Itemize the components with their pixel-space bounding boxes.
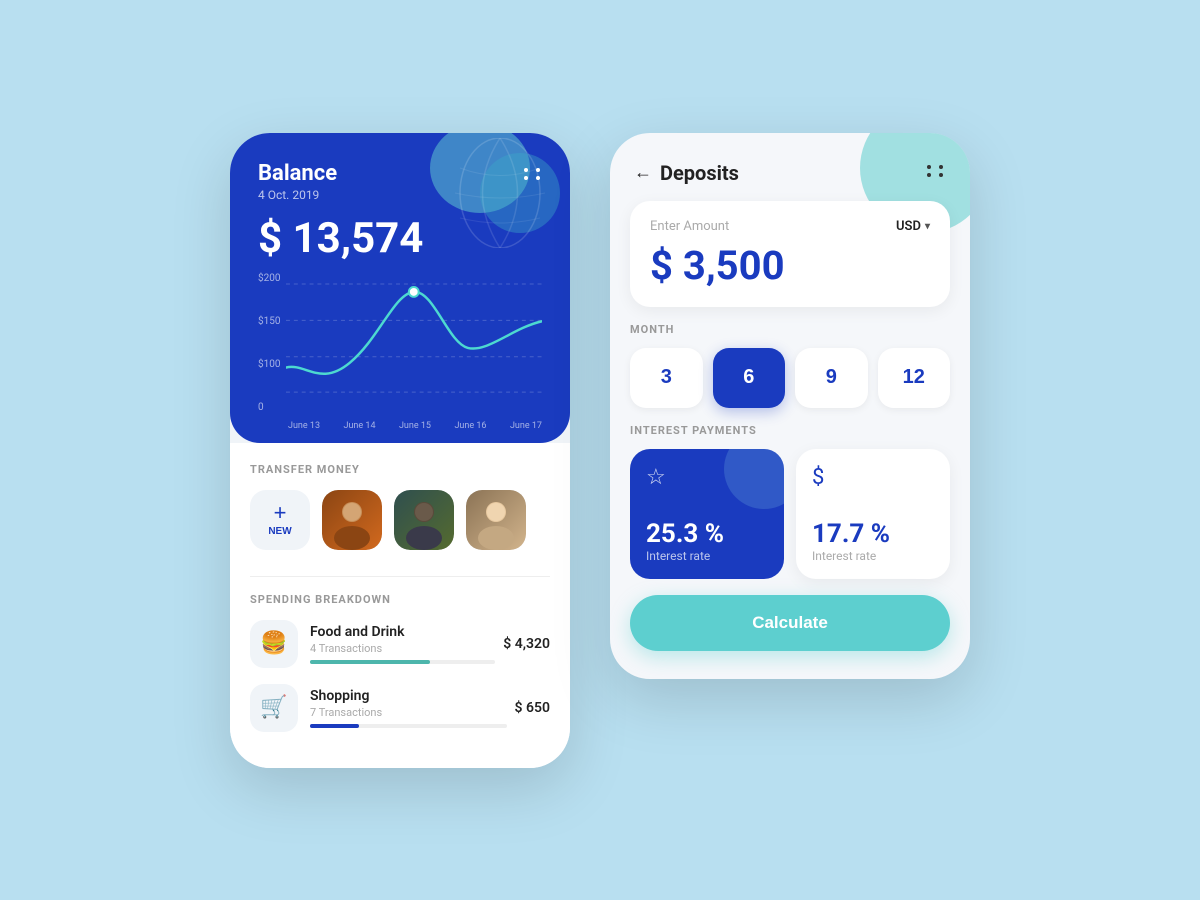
shopping-bar-wrap <box>310 724 507 728</box>
spending-section: SPENDING BREAKDOWN 🍔 Food and Drink 4 Tr… <box>230 560 570 768</box>
interest-rate-white-block: 17.7 % Interest rate <box>812 519 934 563</box>
shopping-amount: $ 650 <box>515 700 550 716</box>
month-buttons: 3 6 9 12 <box>630 348 950 408</box>
interest-rate-value-blue: 25.3 % <box>646 519 768 549</box>
chart-svg <box>286 273 542 413</box>
back-button[interactable]: ← Deposits <box>634 161 739 185</box>
interest-rate-blue-block: 25.3 % Interest rate <box>646 519 768 563</box>
interest-rate-value-white: 17.7 % <box>812 519 934 549</box>
food-amount: $ 4,320 <box>503 636 550 652</box>
month-btn-6[interactable]: 6 <box>713 348 786 408</box>
deposits-title: Deposits <box>660 161 739 185</box>
transfer-section-title: TRANSFER MONEY <box>250 463 550 476</box>
shopping-bar <box>310 724 359 728</box>
chart-x-label: June 17 <box>510 421 542 431</box>
balance-date: 4 Oct. 2019 <box>258 188 337 202</box>
balance-header: Balance 4 Oct. 2019 <box>258 161 542 202</box>
contact-avatar-2[interactable] <box>394 490 454 550</box>
star-icon: ☆ <box>646 465 768 490</box>
contacts-row: + NEW <box>250 490 550 550</box>
balance-title: Balance <box>258 161 337 186</box>
food-bar <box>310 660 430 664</box>
deposits-header: ← Deposits <box>610 133 970 201</box>
avatar-image-3 <box>466 490 526 550</box>
month-section: MONTH 3 6 9 12 <box>610 323 970 424</box>
shopping-transactions: 7 Transactions <box>310 706 507 719</box>
shopping-info: Shopping 7 Transactions <box>310 688 507 728</box>
food-transactions: 4 Transactions <box>310 642 495 655</box>
avatar-image-2 <box>394 490 454 550</box>
chart-x-label: June 14 <box>343 421 375 431</box>
currency-arrow-icon: ▾ <box>925 221 930 232</box>
chart-x-label: June 16 <box>454 421 486 431</box>
shopping-icon: 🛒 <box>250 684 298 732</box>
balance-menu-dots[interactable] <box>522 165 542 186</box>
interest-cards: ☆ 25.3 % Interest rate $ 17.7 % Interest… <box>630 449 950 579</box>
interest-rate-label-white: Interest rate <box>812 549 934 563</box>
interest-rate-label-blue: Interest rate <box>646 549 768 563</box>
spending-item-shopping: 🛒 Shopping 7 Transactions $ 650 <box>250 684 550 732</box>
plus-icon: + <box>274 502 287 524</box>
month-btn-12[interactable]: 12 <box>878 348 951 408</box>
divider <box>250 576 550 577</box>
interest-card-star[interactable]: ☆ 25.3 % Interest rate <box>630 449 784 579</box>
food-name: Food and Drink <box>310 624 495 640</box>
month-label: MONTH <box>630 323 950 336</box>
month-btn-3[interactable]: 3 <box>630 348 703 408</box>
back-arrow-icon: ← <box>634 162 652 183</box>
avatar-image-1 <box>322 490 382 550</box>
calculate-button[interactable]: Calculate <box>630 595 950 651</box>
deposits-menu-dots[interactable] <box>924 162 946 183</box>
chart-y-label: $100 <box>258 359 280 370</box>
balance-amount: $ 13,574 <box>258 214 542 263</box>
phone-right: ← Deposits Enter Amount USD ▾ $ 3,500 MO… <box>610 133 970 679</box>
new-transfer-button[interactable]: + NEW <box>250 490 310 550</box>
chart-y-label: $150 <box>258 316 280 327</box>
amount-input-card: Enter Amount USD ▾ $ 3,500 <box>630 201 950 307</box>
balance-title-block: Balance 4 Oct. 2019 <box>258 161 337 202</box>
phone-left: Balance 4 Oct. 2019 $ 13,574 $200 $150 $… <box>230 133 570 768</box>
month-btn-9[interactable]: 9 <box>795 348 868 408</box>
chart-x-label: June 15 <box>399 421 431 431</box>
food-icon: 🍔 <box>250 620 298 668</box>
transfer-section: TRANSFER MONEY + NEW <box>230 443 570 560</box>
currency-value: USD <box>896 219 921 234</box>
chart-x-labels: June 13 June 14 June 15 June 16 June 17 <box>288 421 542 431</box>
amount-label: Enter Amount <box>650 219 729 234</box>
interest-section: INTEREST PAYMENTS ☆ 25.3 % Interest rate… <box>610 424 970 595</box>
chart-y-label: $200 <box>258 273 280 284</box>
chart-x-label: June 13 <box>288 421 320 431</box>
spending-item-food: 🍔 Food and Drink 4 Transactions $ 4,320 <box>250 620 550 668</box>
dollar-icon: $ <box>812 465 934 490</box>
amount-row-top: Enter Amount USD ▾ <box>650 219 930 234</box>
interest-card-dollar[interactable]: $ 17.7 % Interest rate <box>796 449 950 579</box>
food-info: Food and Drink 4 Transactions <box>310 624 495 664</box>
contact-avatar-3[interactable] <box>466 490 526 550</box>
contact-avatar-1[interactable] <box>322 490 382 550</box>
deposit-amount: $ 3,500 <box>650 242 930 289</box>
spending-section-title: SPENDING BREAKDOWN <box>250 593 550 606</box>
food-bar-wrap <box>310 660 495 664</box>
chart-y-label: 0 <box>258 402 280 413</box>
interest-label: INTEREST PAYMENTS <box>630 424 950 437</box>
shopping-name: Shopping <box>310 688 507 704</box>
new-label: NEW <box>268 526 291 537</box>
phones-container: Balance 4 Oct. 2019 $ 13,574 $200 $150 $… <box>190 93 1010 808</box>
balance-card: Balance 4 Oct. 2019 $ 13,574 $200 $150 $… <box>230 133 570 443</box>
currency-selector[interactable]: USD ▾ <box>896 219 930 234</box>
balance-chart: $200 $150 $100 0 <box>258 273 542 431</box>
